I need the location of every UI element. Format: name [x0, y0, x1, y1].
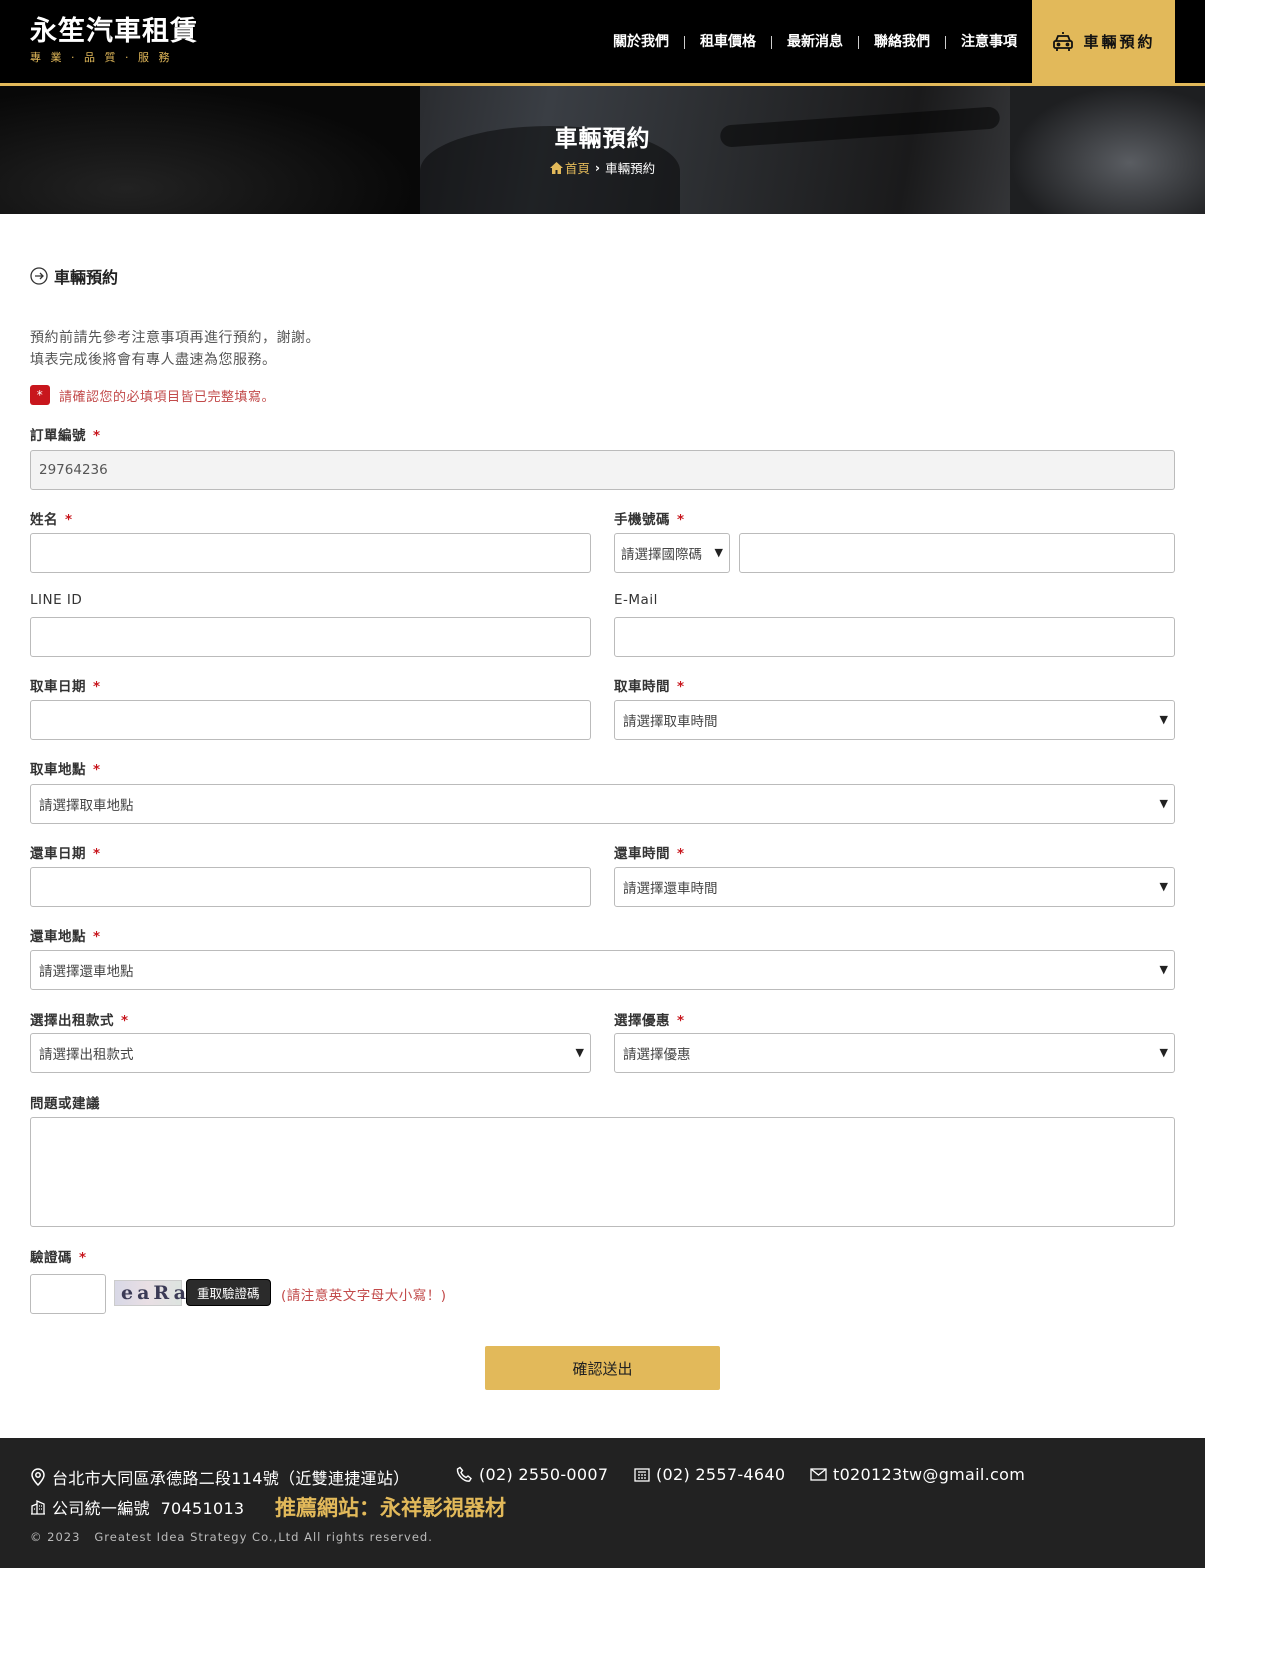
pickup-date-input[interactable]	[30, 700, 591, 740]
site-footer: 台北市大同區承德路二段114號（近雙連捷運站） (02) 2550-0007 (…	[0, 1438, 1205, 1568]
required-badge: *	[30, 385, 50, 405]
email-label: E-Mail	[614, 592, 658, 608]
captcha-refresh-button[interactable]: 重取驗證碼	[186, 1279, 271, 1306]
main-nav: 關於我們 租車價格 最新消息 聯絡我們 注意事項	[613, 34, 1017, 50]
building-icon	[31, 1500, 45, 1515]
footer-tax-id: 公司統一編號 70451013	[30, 1495, 244, 1519]
required-notice-text: 請確認您的必填項目皆已完整填寫。	[59, 389, 276, 405]
section-title-text: 車輛預約	[54, 268, 119, 287]
nav-pricing[interactable]: 租車價格	[700, 34, 756, 50]
pickup-date-label: 取車日期 *	[30, 679, 101, 695]
rental-type-label: 選擇出租款式 *	[30, 1013, 129, 1029]
map-pin-icon	[31, 1468, 45, 1486]
caret-down-icon: ▼	[1159, 880, 1168, 893]
discount-label: 選擇優惠 *	[614, 1013, 685, 1029]
fax-icon	[634, 1467, 650, 1482]
caret-down-icon: ▼	[1159, 713, 1168, 726]
return-place-select[interactable]: 請選擇還車地點 ▼	[30, 950, 1175, 990]
site-logo[interactable]: 永笙汽車租賃 專 業 · 品 質 · 服 務	[30, 16, 198, 65]
name-label: 姓名 *	[30, 512, 73, 528]
discount-select[interactable]: 請選擇優惠 ▼	[614, 1033, 1175, 1073]
captcha-hint: (請注意英文字母大小寫！)	[281, 1288, 447, 1304]
submit-button[interactable]: 確認送出	[485, 1346, 720, 1390]
caret-down-icon: ▼	[1159, 963, 1168, 976]
footer-address: 台北市大同區承德路二段114號（近雙連捷運站）	[30, 1465, 409, 1489]
order-no-field: 29764236	[30, 450, 1175, 490]
chevron-right-icon: ›	[594, 160, 601, 175]
intro-line: 填表完成後將會有專人盡速為您服務。	[30, 352, 277, 368]
nav-notes[interactable]: 注意事項	[961, 34, 1017, 50]
nav-contact[interactable]: 聯絡我們	[874, 34, 930, 50]
captcha-input[interactable]	[30, 1274, 106, 1314]
footer-phone[interactable]: (02) 2550-0007	[456, 1465, 608, 1484]
footer-email[interactable]: t020123tw@gmail.com	[810, 1465, 1025, 1484]
caret-down-icon: ▼	[1159, 1046, 1168, 1059]
captcha-label: 驗證碼 *	[30, 1250, 87, 1266]
nav-about[interactable]: 關於我們	[613, 34, 669, 50]
breadcrumb: 首頁 › 車輛預約	[0, 158, 1205, 177]
intro-line: 預約前請先參考注意事項再進行預約，謝謝。	[30, 330, 320, 346]
booking-label: 車輛預約	[1083, 33, 1156, 51]
envelope-icon	[810, 1468, 827, 1481]
nav-booking-button[interactable]: 車輛預約	[1032, 0, 1175, 83]
nav-news[interactable]: 最新消息	[787, 34, 843, 50]
home-icon	[549, 161, 563, 174]
line-id-label: LINE ID	[30, 592, 83, 608]
pickup-time-select[interactable]: 請選擇取車時間 ▼	[614, 700, 1175, 740]
phone-icon	[456, 1466, 472, 1482]
nav-divider	[771, 35, 772, 49]
return-date-input[interactable]	[30, 867, 591, 907]
footer-promo-link[interactable]: 推薦網站：永祥影視器材	[275, 1492, 506, 1522]
intro-text: 預約前請先參考注意事項再進行預約，謝謝。 填表完成後將會有專人盡速為您服務。	[30, 327, 320, 371]
logo-tagline: 專 業 · 品 質 · 服 務	[30, 51, 173, 64]
return-time-label: 還車時間 *	[614, 846, 685, 862]
section-title: 車輛預約	[30, 264, 1175, 288]
return-date-label: 還車日期 *	[30, 846, 101, 862]
nav-divider	[945, 35, 946, 49]
comments-label: 問題或建議	[30, 1096, 100, 1112]
caret-down-icon: ▼	[714, 546, 723, 559]
line-id-input[interactable]	[30, 617, 591, 657]
order-no-label: 訂單編號 *	[30, 428, 101, 444]
breadcrumb-home-label: 首頁	[564, 161, 590, 176]
car-icon	[1053, 31, 1074, 51]
footer-copyright: © 2023 Greatest Idea Strategy Co.,Ltd Al…	[30, 1530, 433, 1544]
pickup-place-label: 取車地點 *	[30, 762, 101, 778]
comments-textarea[interactable]	[30, 1117, 1175, 1227]
rental-type-select[interactable]: 請選擇出租款式 ▼	[30, 1033, 591, 1073]
footer-fax: (02) 2557-4640	[634, 1465, 785, 1484]
return-time-select[interactable]: 請選擇還車時間 ▼	[614, 867, 1175, 907]
name-input[interactable]	[30, 533, 591, 573]
phone-label: 手機號碼 *	[614, 512, 685, 528]
breadcrumb-home[interactable]: 首頁	[549, 158, 590, 177]
site-header: 永笙汽車租賃 專 業 · 品 質 · 服 務 關於我們 租車價格 最新消息 聯絡…	[0, 0, 1205, 86]
logo-name: 永笙汽車租賃	[30, 16, 198, 47]
phone-input[interactable]	[739, 533, 1175, 573]
nav-divider	[684, 35, 685, 49]
page-banner: 車輛預約 首頁 › 車輛預約	[0, 86, 1205, 214]
booking-form: 車輛預約 預約前請先參考注意事項再進行預約，謝謝。 填表完成後將會有專人盡速為您…	[30, 264, 1175, 1390]
pickup-time-label: 取車時間 *	[614, 679, 685, 695]
nav-divider	[858, 35, 859, 49]
captcha-image: eaRa	[114, 1280, 186, 1306]
required-notice: * 請確認您的必填項目皆已完整填寫。	[30, 385, 275, 405]
page-title: 車輛預約	[554, 126, 651, 152]
email-input[interactable]	[614, 617, 1175, 657]
caret-down-icon: ▼	[575, 1046, 584, 1059]
breadcrumb-current: 車輛預約	[605, 161, 656, 176]
return-place-label: 還車地點 *	[30, 929, 101, 945]
arrow-circle-right-icon	[30, 267, 48, 285]
phone-country-select[interactable]: 請選擇國際碼 ▼	[614, 533, 730, 573]
pickup-place-select[interactable]: 請選擇取車地點 ▼	[30, 784, 1175, 824]
caret-down-icon: ▼	[1159, 797, 1168, 810]
